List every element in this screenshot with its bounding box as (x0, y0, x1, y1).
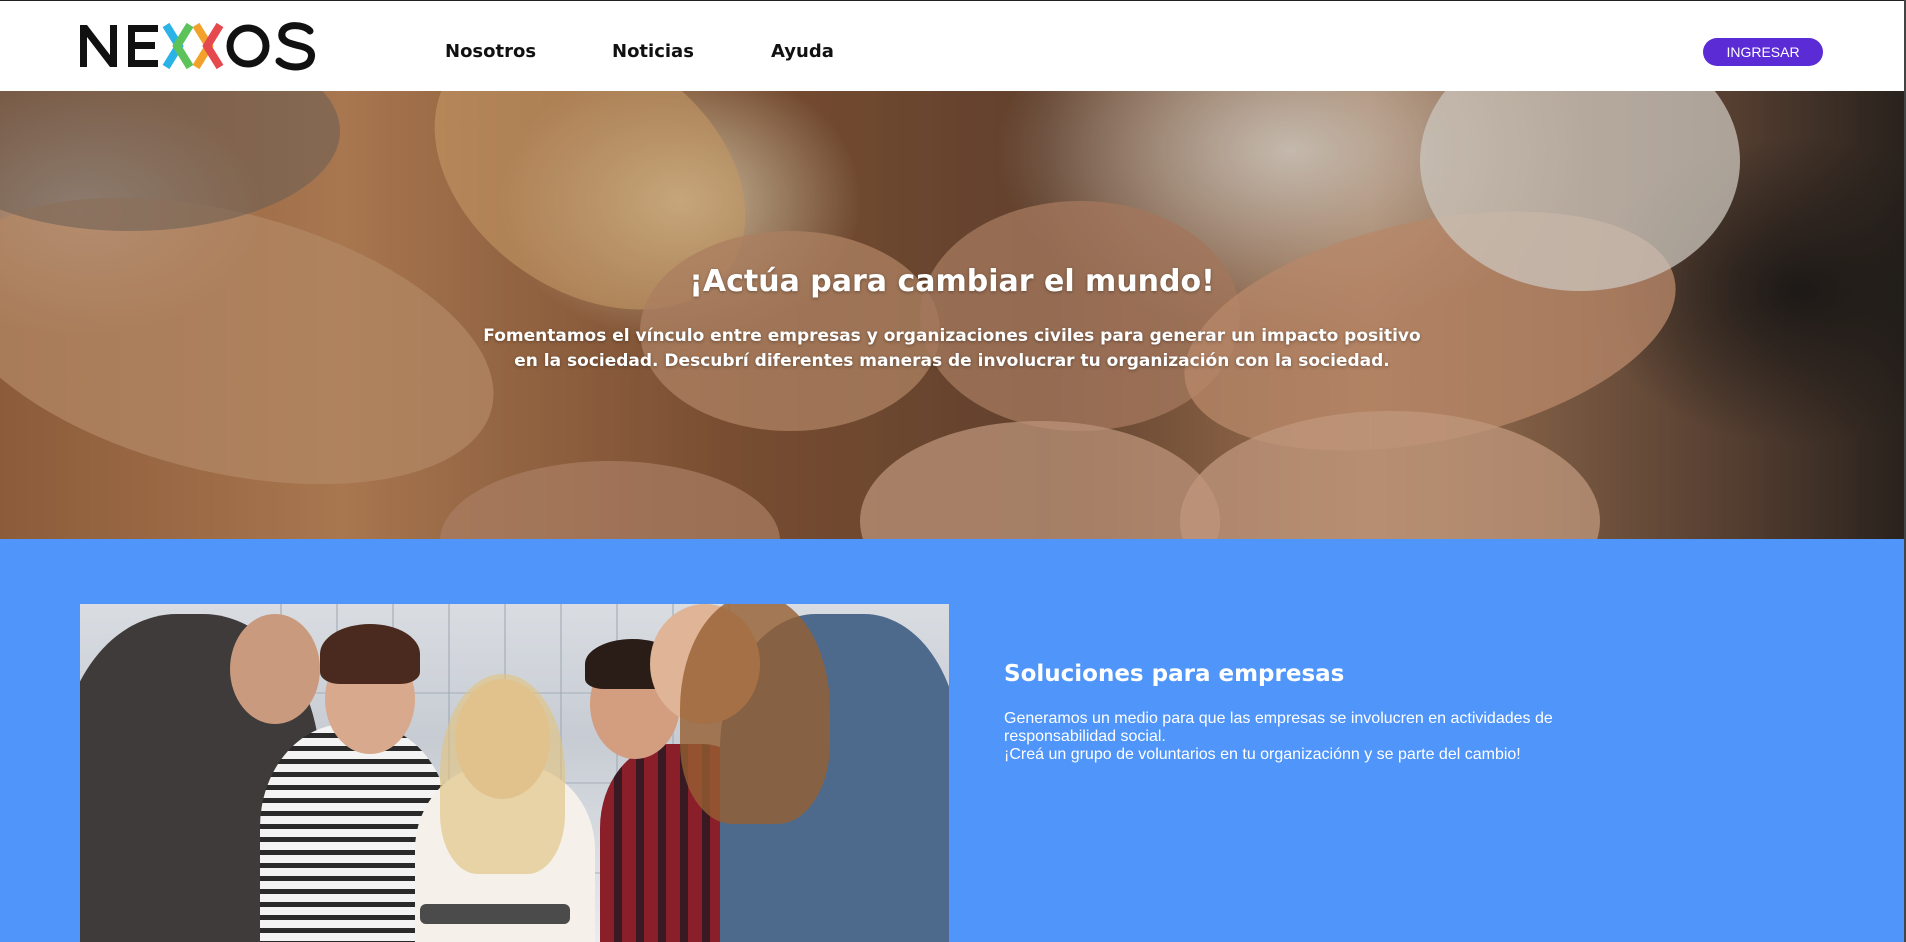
page: Nosotros Noticias Ayuda INGRESAR ¡Actúa … (0, 0, 1906, 942)
solutions-title: Soluciones para empresas (1004, 661, 1345, 687)
nexos-logo-mark (80, 22, 316, 71)
solutions-line-2: ¡Creá un grupo de voluntarios en tu orga… (1004, 746, 1521, 763)
team-photo (80, 604, 949, 942)
login-button[interactable]: INGRESAR (1703, 38, 1823, 66)
solutions-line-1: Generamos un medio para que las empresas… (1004, 710, 1553, 745)
nexos-logo[interactable] (78, 17, 318, 73)
hero-description: Fomentamos el vínculo entre empresas y o… (483, 326, 1421, 371)
nav-link-ayuda[interactable]: Ayuda (771, 41, 834, 62)
solutions-section: Soluciones para empresas Generamos un me… (0, 539, 1904, 942)
solutions-description: Generamos un medio para que las empresas… (1004, 710, 1604, 764)
site-header: Nosotros Noticias Ayuda INGRESAR (0, 0, 1906, 91)
hero-title: ¡Actúa para cambiar el mundo! (689, 264, 1215, 299)
hero-banner: ¡Actúa para cambiar el mundo! Fomentamos… (0, 91, 1904, 539)
nav-link-nosotros[interactable]: Nosotros (445, 41, 536, 62)
nav-link-noticias[interactable]: Noticias (612, 41, 694, 62)
